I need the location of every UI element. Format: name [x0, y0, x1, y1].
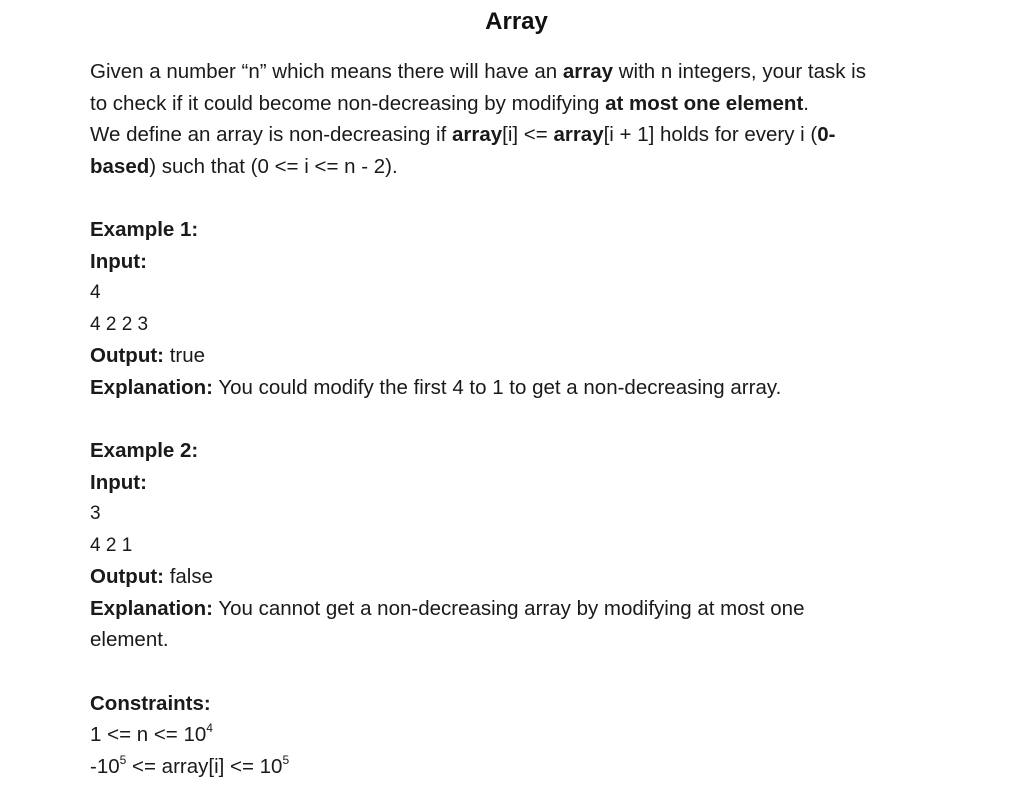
description-line-2: to check if it could become non-decreasi…	[90, 91, 809, 115]
example-2-explanation-cont: element.	[90, 628, 169, 651]
constraint-array-values: -105 <= array[i] <= 105	[90, 752, 290, 778]
constraint-n: 1 <= n <= 104	[90, 721, 213, 746]
example-1-input-n: 4	[90, 282, 101, 303]
problem-description: Given a number “n” which means there wil…	[90, 56, 970, 182]
problem-body: Given a number “n” which means there wil…	[90, 56, 970, 782]
example-1-heading: Example 1:	[90, 218, 199, 241]
description-line-4: based) such that (0 <= i <= n - 2).	[90, 154, 398, 178]
description-line-1: Given a number “n” which means there wil…	[90, 60, 866, 83]
example-2-input-array: 4 2 1	[90, 534, 133, 556]
example-1-input-label: Input:	[90, 249, 147, 273]
description-line-3: We define an array is non-decreasing if …	[90, 123, 836, 146]
example-2-input-label: Input:	[90, 470, 147, 494]
example-1-explanation: Explanation: You could modify the first …	[90, 375, 782, 399]
constraints: Constraints: 1 <= n <= 104 -105 <= array…	[90, 688, 970, 783]
example-1-input-array: 4 2 2 3	[90, 313, 149, 335]
example-1-output: Output: true	[90, 344, 206, 367]
example-2-input-n: 3	[90, 503, 101, 524]
example-2: Example 2: Input: 3 4 2 1 Output: false …	[90, 435, 970, 656]
example-2-heading: Example 2:	[90, 439, 199, 462]
example-1: Example 1: Input: 4 4 2 2 3 Output: true…	[90, 214, 970, 403]
page-title: Array	[485, 8, 548, 35]
example-2-output: Output: false	[90, 565, 213, 588]
constraints-heading: Constraints:	[90, 691, 211, 715]
example-2-explanation: Explanation: You cannot get a non-decrea…	[90, 596, 805, 620]
